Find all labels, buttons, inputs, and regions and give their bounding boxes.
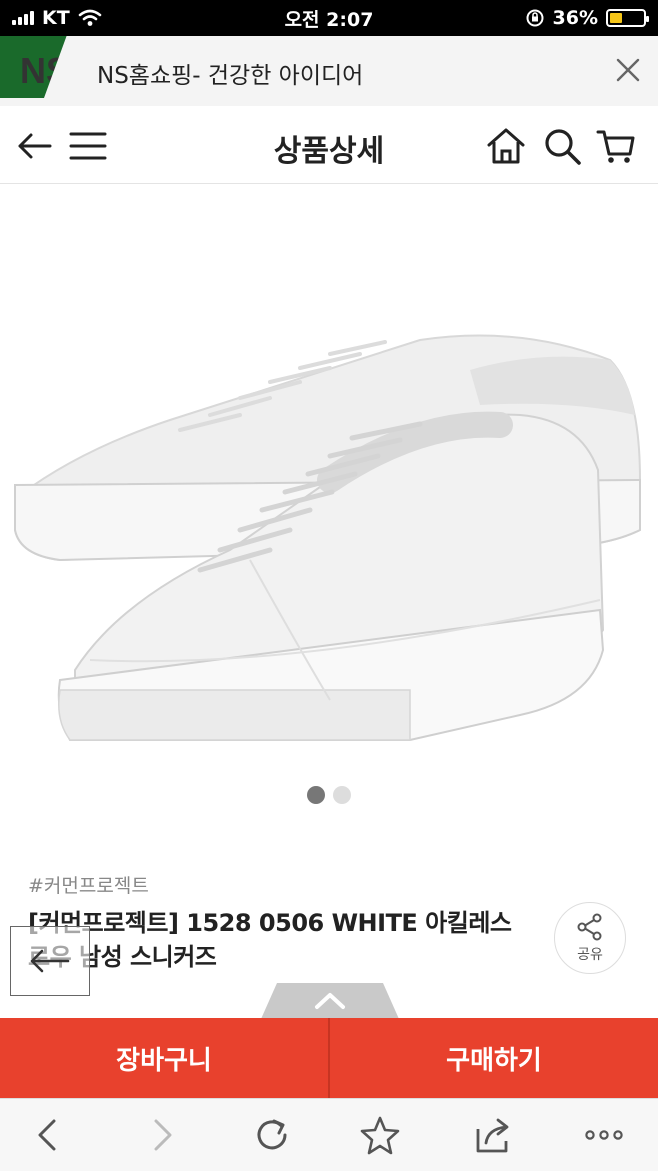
share-nodes-icon bbox=[577, 913, 602, 941]
close-icon[interactable] bbox=[614, 56, 642, 84]
carrier-name: KT bbox=[42, 7, 70, 29]
purchase-actions: 장바구니 구매하기 bbox=[0, 1018, 658, 1098]
product-image[interactable] bbox=[0, 230, 658, 790]
status-left: KT bbox=[12, 7, 102, 29]
page-header: 상품상세 bbox=[0, 106, 658, 184]
bookmark-star-icon[interactable] bbox=[358, 1113, 402, 1157]
search-icon[interactable] bbox=[542, 126, 582, 166]
forward-icon[interactable] bbox=[140, 1113, 184, 1157]
share-button[interactable]: 공유 bbox=[554, 902, 626, 974]
pagination-dot-active[interactable] bbox=[307, 786, 325, 804]
cart-icon[interactable] bbox=[596, 126, 636, 166]
wifi-icon bbox=[78, 9, 101, 26]
brand-tag[interactable]: #커먼프로젝트 bbox=[28, 871, 149, 898]
product-name: [커먼프로젝트] 1528 0506 WHITE 아킬레스 로우 남성 스니커즈 bbox=[28, 909, 512, 971]
status-bar: KT 오전 2:07 36% bbox=[0, 0, 658, 36]
pagination-dot[interactable] bbox=[333, 786, 351, 804]
battery-level bbox=[610, 13, 622, 23]
back-arrow-icon bbox=[30, 949, 70, 973]
home-icon[interactable] bbox=[486, 126, 526, 166]
battery-percent: 36% bbox=[552, 7, 598, 29]
app-banner[interactable]: NS NS홈쇼핑- 건강한 아이디어 bbox=[0, 36, 658, 106]
browser-toolbar bbox=[0, 1098, 658, 1171]
refresh-icon[interactable] bbox=[250, 1113, 294, 1157]
gallery-pagination bbox=[0, 786, 658, 804]
share-icon[interactable] bbox=[470, 1113, 514, 1157]
more-icon[interactable] bbox=[582, 1113, 626, 1157]
ns-logo: NS bbox=[0, 36, 80, 98]
floating-back-button[interactable] bbox=[10, 926, 90, 996]
rotation-lock-icon bbox=[526, 9, 544, 27]
add-to-cart-button[interactable]: 장바구니 bbox=[0, 1018, 328, 1098]
signal-icon bbox=[12, 11, 34, 25]
back-icon[interactable] bbox=[26, 1113, 70, 1157]
status-right: 36% bbox=[525, 7, 649, 29]
buy-now-button[interactable]: 구매하기 bbox=[328, 1018, 658, 1098]
share-label: 공유 bbox=[577, 947, 603, 963]
battery-icon bbox=[606, 9, 649, 27]
banner-title: NS홈쇼핑- 건강한 아이디어 bbox=[97, 63, 364, 89]
expand-tab[interactable] bbox=[261, 983, 399, 1019]
